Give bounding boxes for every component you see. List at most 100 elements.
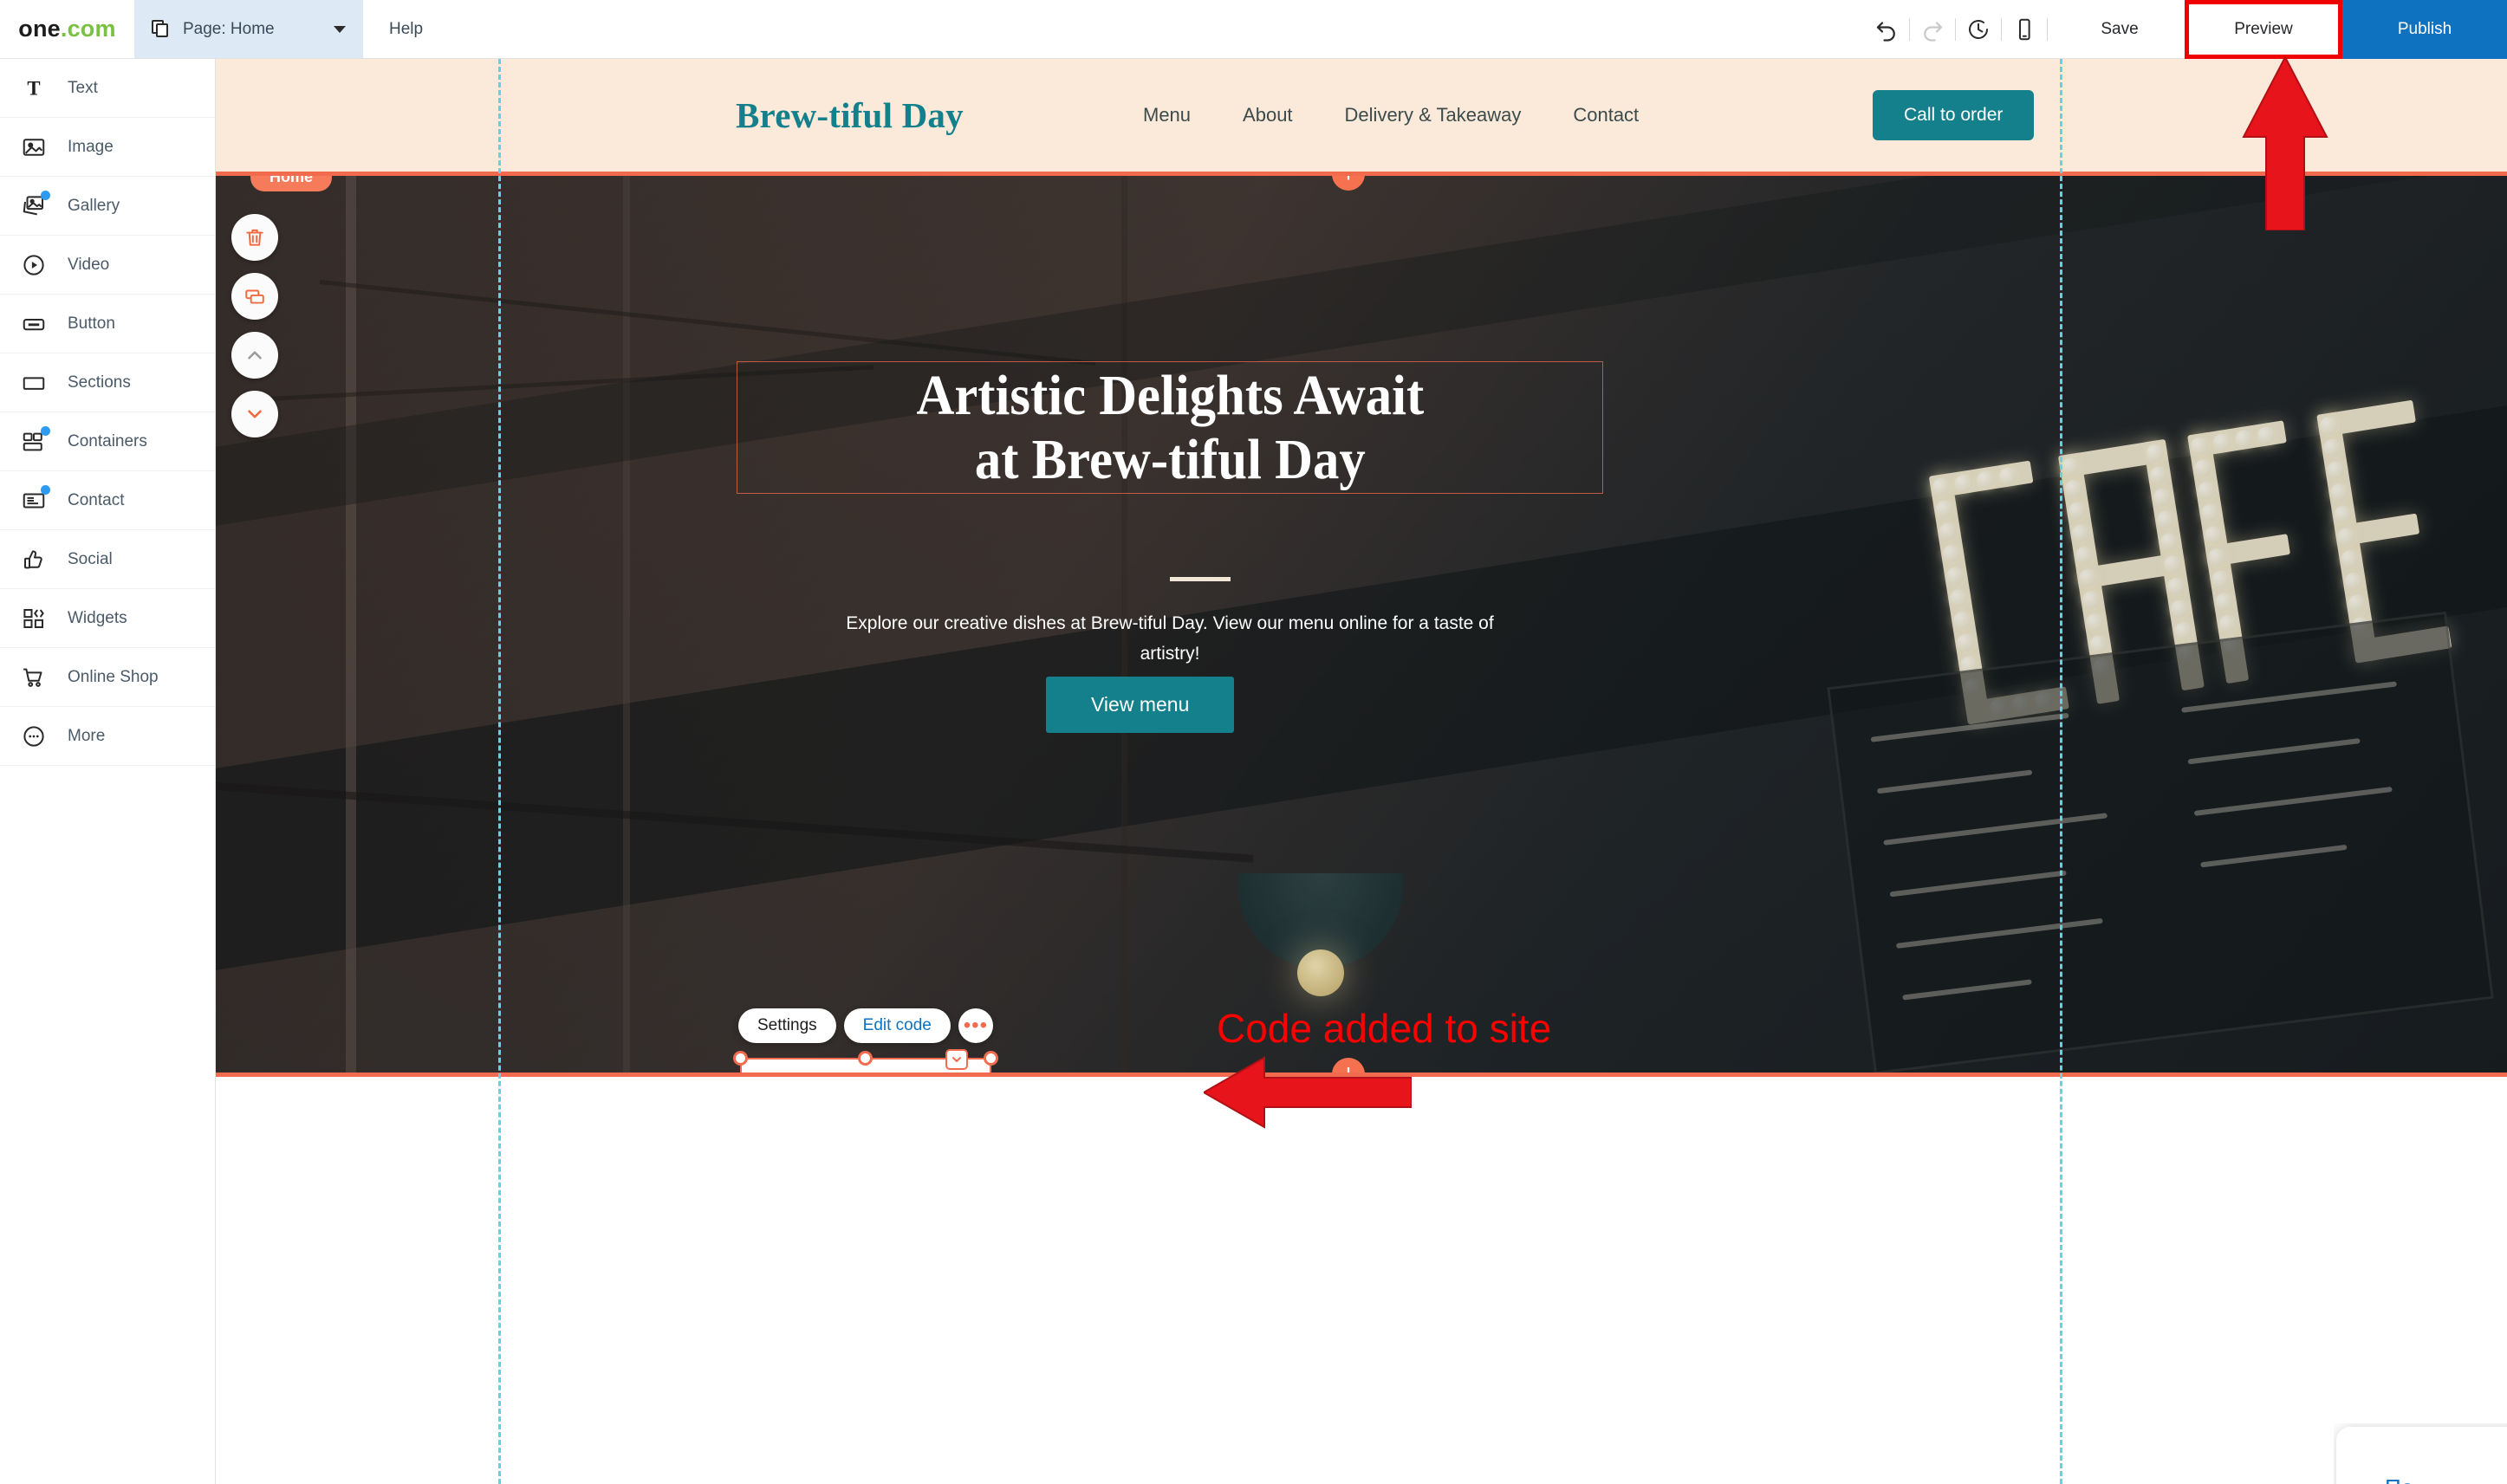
sidebar-item-label: Gallery xyxy=(68,196,120,215)
sidebar-item-image[interactable]: Image xyxy=(0,118,215,177)
new-badge xyxy=(41,425,50,436)
text-icon: T xyxy=(19,74,49,103)
help-button[interactable]: Help xyxy=(363,0,449,58)
nav-item-contact[interactable]: Contact xyxy=(1573,104,1639,126)
sidebar-item-more[interactable]: More xyxy=(0,707,215,766)
chalkboard-menu xyxy=(1827,611,2494,1072)
sidebar-item-label: Social xyxy=(68,549,113,568)
sidebar-item-label: Containers xyxy=(68,431,147,450)
sidebar-item-label: Sections xyxy=(68,373,131,392)
lower-sections[interactable] xyxy=(216,1081,2507,1484)
sidebar-item-video[interactable]: Video xyxy=(0,236,215,295)
sidebar-item-label: Text xyxy=(68,78,98,97)
mobile-preview-icon[interactable] xyxy=(2002,0,2047,59)
sidebar-item-text[interactable]: T Text xyxy=(0,59,215,118)
brand-name: one xyxy=(18,16,61,42)
widget-settings-button[interactable]: Settings xyxy=(738,1008,836,1043)
sidebar-item-label: Online Shop xyxy=(68,667,159,686)
sidebar-item-online-shop[interactable]: Online Shop xyxy=(0,648,215,707)
publish-label: Publish xyxy=(2397,20,2452,38)
sidebar-item-gallery[interactable]: Gallery xyxy=(0,177,215,236)
hero-title-line-1: Artistic Delights Await xyxy=(916,363,1424,427)
column-guide-right xyxy=(2060,59,2062,1484)
hero-divider xyxy=(1170,577,1231,581)
svg-text:T: T xyxy=(27,77,40,99)
more-icon xyxy=(19,722,49,751)
call-to-order-button[interactable]: Call to order xyxy=(1873,90,2035,140)
toolbar-divider xyxy=(2047,17,2048,41)
social-icon xyxy=(19,545,49,574)
delete-section-button[interactable] xyxy=(231,214,278,261)
widget-toolbar: Settings Edit code ••• xyxy=(738,1008,993,1043)
hero-section[interactable]: Home + + Artistic Delights Await at Brew… xyxy=(216,172,2507,1077)
resize-handle-tl[interactable] xyxy=(733,1051,748,1066)
gallery-icon xyxy=(19,190,50,221)
nav-item-about[interactable]: About xyxy=(1243,104,1293,126)
corner-widget-label: По xyxy=(2385,1474,2413,1484)
pendant-lamp xyxy=(1238,873,1403,969)
toolbar-icon-group xyxy=(1864,0,2055,58)
section-label-home[interactable]: Home xyxy=(250,176,333,191)
preview-button[interactable]: Preview xyxy=(2185,0,2342,59)
nav-item-menu[interactable]: Menu xyxy=(1143,104,1191,126)
sidebar-item-label: Button xyxy=(68,314,115,333)
floating-corner-widget[interactable]: По xyxy=(2336,1427,2507,1484)
move-section-down-button[interactable] xyxy=(231,391,278,437)
widgets-icon xyxy=(19,604,49,633)
save-label: Save xyxy=(2101,20,2139,38)
edit-code-button[interactable]: Edit code xyxy=(843,1008,951,1043)
redo-icon[interactable] xyxy=(1910,0,1955,59)
sidebar-item-containers[interactable]: Containers xyxy=(0,412,215,471)
site-logo[interactable]: Brew-tiful Day xyxy=(736,94,964,136)
sidebar-item-widgets[interactable]: Widgets xyxy=(0,589,215,648)
annotation-up-arrow xyxy=(2242,55,2328,235)
chevron-down-icon xyxy=(334,25,346,33)
containers-icon xyxy=(19,425,50,457)
video-icon xyxy=(19,250,49,280)
undo-icon[interactable] xyxy=(1864,0,1909,59)
nav-item-delivery[interactable]: Delivery & Takeaway xyxy=(1345,104,1522,126)
sidebar-item-label: Image xyxy=(68,137,114,156)
annotation-left-arrow xyxy=(1201,1053,1413,1136)
site-canvas[interactable]: Brew-tiful Day Menu About Delivery & Tak… xyxy=(216,59,2507,1484)
resize-handle-tc[interactable] xyxy=(858,1051,873,1066)
page-selector[interactable]: Page: Home xyxy=(134,0,363,58)
new-badge xyxy=(41,190,50,200)
sections-icon xyxy=(19,368,49,398)
widget-more-button[interactable]: ••• xyxy=(958,1008,993,1043)
widget-expand-down-icon[interactable] xyxy=(945,1049,968,1070)
preview-label: Preview xyxy=(2234,20,2293,38)
resize-handle-tr[interactable] xyxy=(984,1051,998,1066)
sidebar-item-contact[interactable]: Contact xyxy=(0,471,215,530)
view-menu-button[interactable]: View menu xyxy=(1046,677,1235,733)
top-toolbar: one .com Page: Home Help Save Preview Pu… xyxy=(0,0,2507,59)
shop-icon xyxy=(19,663,49,692)
sidebar-item-sections[interactable]: Sections xyxy=(0,353,215,412)
help-label: Help xyxy=(389,19,424,38)
history-icon[interactable] xyxy=(1956,0,2001,59)
hero-title-line-2: at Brew-tiful Day xyxy=(974,427,1366,491)
sidebar-item-button[interactable]: Button xyxy=(0,295,215,353)
left-sidebar: T Text Image Gallery Video Button Sectio… xyxy=(0,59,216,1484)
duplicate-section-button[interactable] xyxy=(231,273,278,320)
publish-button[interactable]: Publish xyxy=(2342,0,2507,59)
sidebar-item-label: Video xyxy=(68,255,110,274)
sidebar-item-social[interactable]: Social xyxy=(0,530,215,589)
new-badge xyxy=(41,484,50,495)
onecom-logo[interactable]: one .com xyxy=(0,0,134,58)
move-section-up-button[interactable] xyxy=(231,332,278,379)
section-tool-column xyxy=(231,214,278,437)
hero-title-block[interactable]: Artistic Delights Await at Brew-tiful Da… xyxy=(737,361,1603,494)
hero-title: Artistic Delights Await at Brew-tiful Da… xyxy=(916,364,1424,492)
hero-subtitle[interactable]: Explore our creative dishes at Brew-tifu… xyxy=(832,609,1508,669)
save-button[interactable]: Save xyxy=(2055,0,2185,59)
sidebar-item-label: Widgets xyxy=(68,608,127,627)
annotation-code-added-text: Code added to site xyxy=(1217,1006,1552,1051)
floating-corner-widget-clip: По xyxy=(2334,1423,2507,1484)
pages-icon xyxy=(152,19,171,39)
sidebar-item-label: More xyxy=(68,726,106,745)
site-header[interactable]: Brew-tiful Day Menu About Delivery & Tak… xyxy=(216,59,2507,172)
image-icon xyxy=(19,133,49,162)
page-selector-label: Page: Home xyxy=(183,19,275,38)
